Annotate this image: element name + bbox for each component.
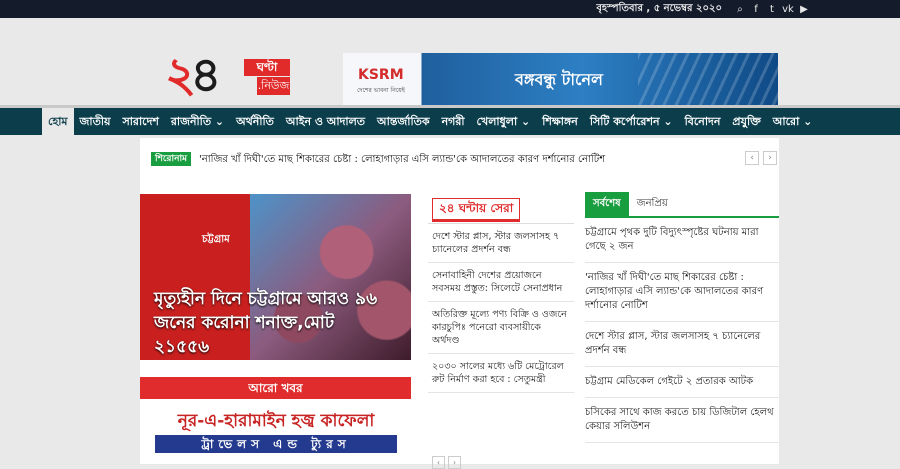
nav-item-city-corp[interactable]: সিটি কর্পোরেশন ⌄	[584, 108, 679, 135]
bridge-image	[638, 53, 778, 107]
list-item[interactable]: দেশে স্টার প্লাস, স্টার জলসাসহ ৭ চ্যানেল…	[428, 224, 574, 263]
hajj-ad-title: নূর-এ-হারামাইন হজ্ব কাফেলা	[177, 411, 375, 431]
nav-item-politics[interactable]: রাজনীতি ⌄	[165, 108, 230, 135]
latest-column: সর্বশেষ জনপ্রিয় চট্টগ্রামে পৃথক দুটি বি…	[585, 192, 779, 443]
top-24h-heading-wrap: ২৪ ঘন্টায় সেরা	[428, 194, 574, 224]
list-item[interactable]: সেনাবাহিনী দেশের প্রয়োজনে সবসময় প্রস্ত…	[428, 263, 574, 302]
current-date: বৃহস্পতিবার , ৫ নভেম্বর ২০২০	[596, 2, 722, 14]
list-item[interactable]: ২০৩০ সালের মধ্যে ৬টি মেট্রোরেল রুট নির্ম…	[428, 354, 574, 393]
top-24h-pager: ‹ ›	[432, 450, 464, 469]
ad-text: বঙ্গবন্ধু টানেল	[515, 70, 603, 89]
nav-item-law[interactable]: আইন ও আদালত	[280, 108, 371, 135]
ticker-headline[interactable]: 'নাজির খাঁ দিঘী'তে মাছ শিকারের চেষ্টা : …	[199, 152, 605, 169]
vk-icon[interactable]: vk	[780, 4, 796, 15]
nav-item-country[interactable]: সারাদেশ	[116, 108, 164, 135]
main-content: শিরোনাম 'নাজির খাঁ দিঘী'তে মাছ শিকারের চ…	[140, 138, 779, 469]
list-item[interactable]: দেশে স্টার প্লাস, স্টার জলসাসহ ৭ চ্যানেল…	[585, 322, 779, 367]
ad-brand-tagline: দেশের ভাবনা নিয়েই	[357, 87, 405, 94]
next-button[interactable]: ›	[448, 456, 461, 469]
nav-item-tech[interactable]: প্রযুক্তি	[726, 108, 766, 135]
facebook-icon[interactable]: f	[748, 4, 764, 15]
nav-item-sports[interactable]: খেলাধুলা ⌄	[471, 108, 537, 135]
nav-item-more[interactable]: আরো ⌄	[767, 108, 819, 135]
hajj-ad[interactable]: নূর-এ-হারামাইন হজ্ব কাফেলা ট্রাভেলস এন্ড…	[147, 410, 405, 456]
featured-story[interactable]: চট্টগ্রাম মৃত্যুহীন দিনে চট্টগ্রামে আরও …	[140, 194, 411, 360]
nav-item-city[interactable]: নগরী	[436, 108, 471, 135]
list-item[interactable]: চট্টগ্রামে পৃথক দুটি বিদ্যুৎস্পৃষ্টের ঘট…	[585, 218, 779, 263]
featured-title[interactable]: মৃত্যুহীন দিনে চট্টগ্রামে আরও ৯৬ জনের কর…	[154, 287, 391, 359]
more-news-heading: আরো খবর	[140, 377, 411, 399]
logo-news: .নিউজ	[257, 77, 290, 95]
nav-item-international[interactable]: আন্তর্জাতিক	[371, 108, 436, 135]
site-header: ২৪ ঘণ্টা .নিউজ KSRM দেশের ভাবনা নিয়েই ব…	[0, 18, 900, 107]
prev-button[interactable]: ‹	[432, 456, 445, 469]
hajj-ad-subtitle: ট্রাভেলস এন্ড ট্যুরস	[155, 435, 397, 453]
latest-tabs: সর্বশেষ জনপ্রিয়	[585, 192, 779, 218]
youtube-icon[interactable]: ▶	[796, 4, 812, 15]
nav-item-national[interactable]: জাতীয়	[74, 108, 117, 135]
search-icon[interactable]: ⌕	[732, 4, 748, 15]
tab-latest[interactable]: সর্বশেষ	[585, 192, 629, 216]
logo-ghonta: ঘণ্টা	[244, 59, 290, 76]
twitter-icon[interactable]: t	[764, 4, 780, 15]
top-24h-heading: ২৪ ঘন্টায় সেরা	[432, 198, 521, 222]
list-item[interactable]: অতিরিক্ত মূল্যে পণ্য বিক্রি ও ওজনে কারচু…	[428, 302, 574, 354]
ad-brand: KSRM	[358, 67, 404, 83]
list-item[interactable]: চট্টগ্রাম মেডিকেল গেইটে ২ প্রতারক আটক	[585, 367, 779, 398]
top-24h-column: ২৪ ঘন্টায় সেরা দেশে স্টার প্লাস, স্টার …	[428, 194, 574, 469]
featured-map-label: চট্টগ্রাম	[202, 234, 230, 245]
list-item[interactable]: চসিকের সাথে কাজ করতে চায় ডিজিটাল হেলথ ক…	[585, 398, 779, 443]
site-logo[interactable]: ২৪ ঘণ্টা .নিউজ	[165, 41, 290, 103]
nav-item-home[interactable]: হোম	[42, 108, 74, 135]
nav-item-education[interactable]: শিক্ষাঙ্গন	[536, 108, 584, 135]
top-bar: বৃহস্পতিবার , ৫ নভেম্বর ২০২০ ⌕ f t vk ▶	[0, 0, 900, 18]
ticker-label: শিরোনাম	[151, 152, 192, 166]
nav-item-economy[interactable]: অর্থনীতি	[230, 108, 280, 135]
ticker-prev-button[interactable]: ‹	[745, 151, 759, 165]
ticker-next-button[interactable]: ›	[763, 151, 777, 165]
header-ad-banner[interactable]: KSRM দেশের ভাবনা নিয়েই বঙ্গবন্ধু টানেল	[343, 53, 778, 107]
nav-item-entertainment[interactable]: বিনোদন	[679, 108, 727, 135]
list-item[interactable]: 'নাজির খাঁ দিঘী'তে মাছ শিকারের চেষ্টা : …	[585, 263, 779, 322]
main-nav: হোম জাতীয় সারাদেশ রাজনীতি ⌄ অর্থনীতি আই…	[0, 105, 900, 135]
headline-ticker: শিরোনাম 'নাজির খাঁ দিঘী'তে মাছ শিকারের চ…	[151, 151, 777, 169]
tab-popular[interactable]: জনপ্রিয়	[629, 192, 676, 216]
